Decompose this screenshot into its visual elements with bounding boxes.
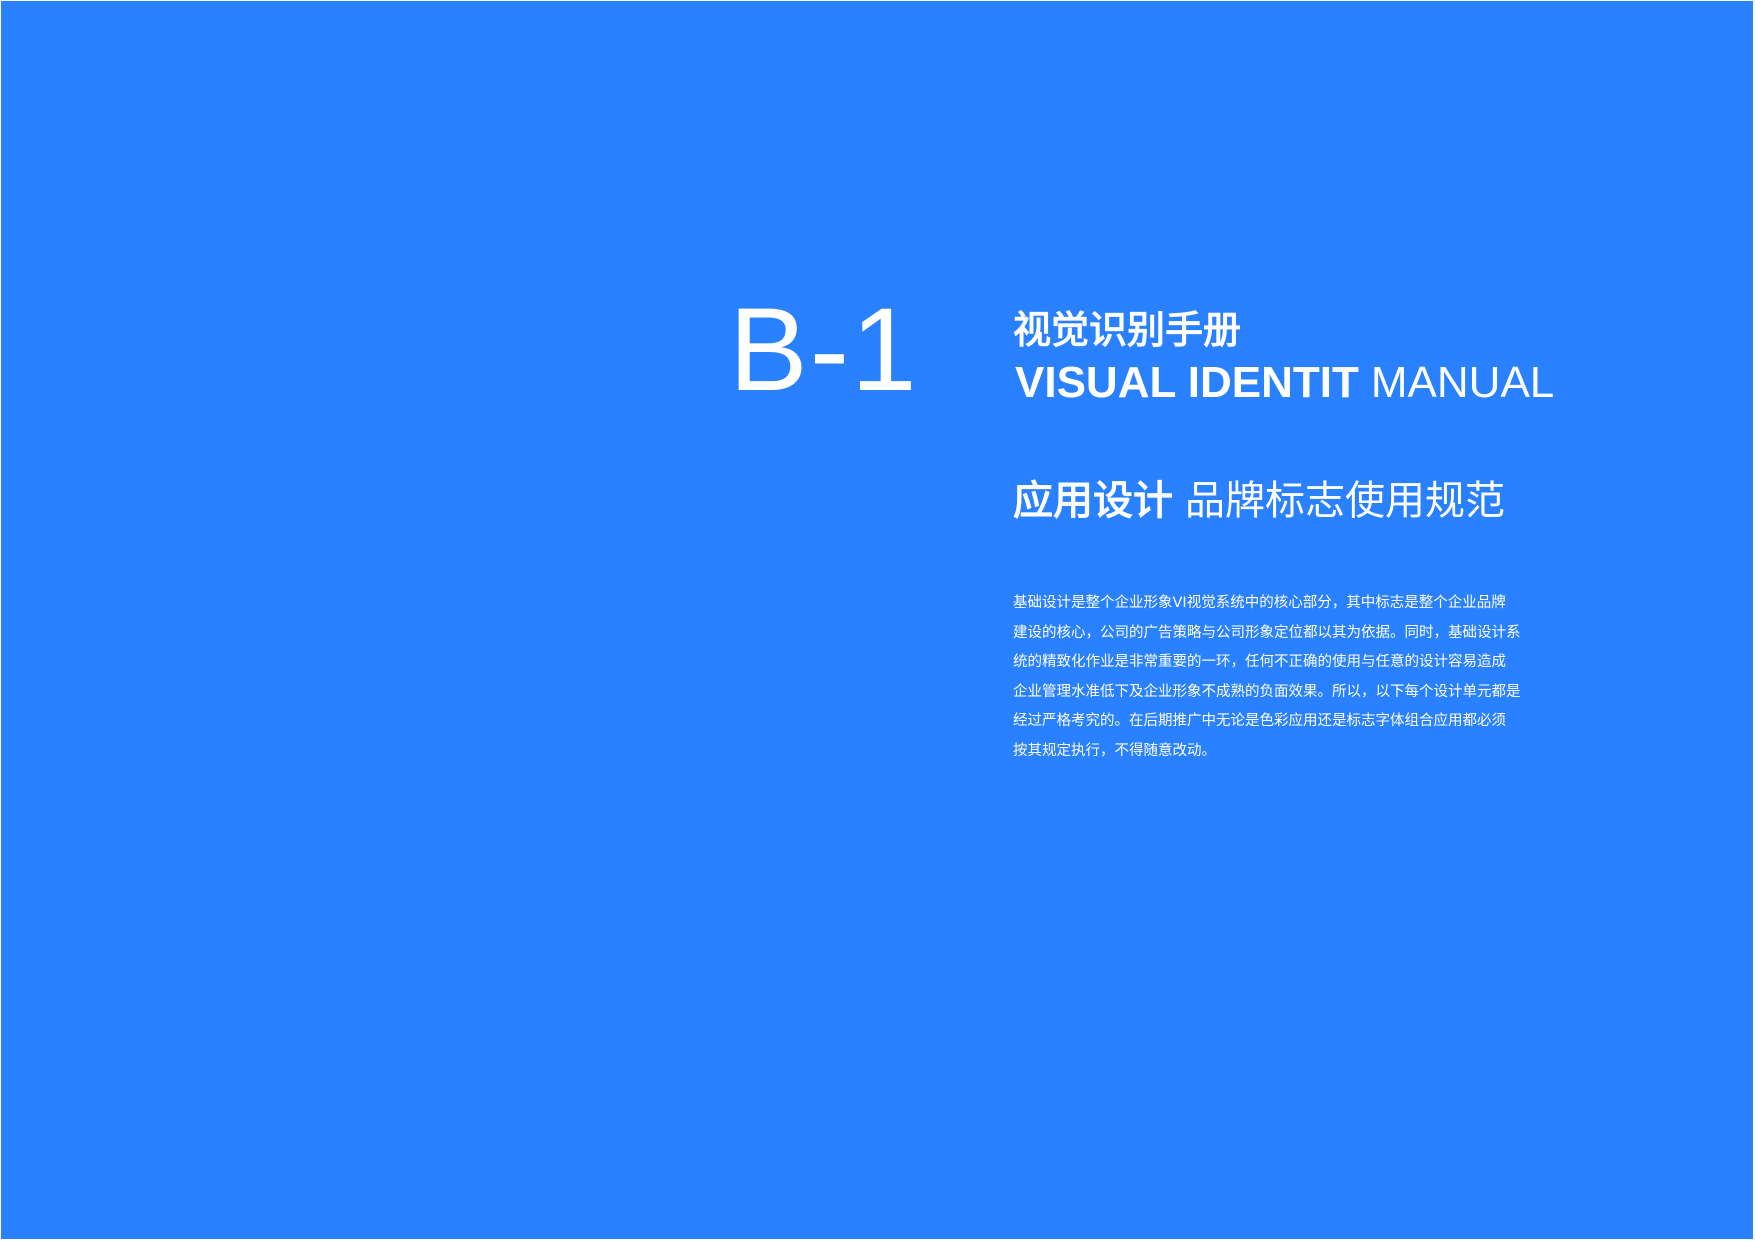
manual-title-en-strong: VISUAL IDENTIT [1015,358,1359,407]
body-line: 按其规定执行，不得随意改动。 [1013,742,1216,759]
section-code: B-1 [729,284,919,416]
manual-title-en: VISUAL IDENTIT MANUAL [1015,361,1554,405]
manual-page: B-1 视觉识别手册 VISUAL IDENTIT MANUAL 应用设计 品牌标志… [1,1,1753,1239]
manual-title-cn: 视觉识别手册 [1013,308,1242,352]
body-line: 统的精致化作业是非常重要的一环，任何不正确的使用与任意的设计容易造成 [1013,654,1506,670]
body-line: 基础设计是整个企业形象VI视觉系统中的核心部分，其中标志是整个企业品牌 [1013,595,1506,611]
body-paragraph: 基础设计是整个企业形象VI视觉系统中的核心部分，其中标志是整个企业品牌 建设的核… [1013,589,1523,766]
subtitle-light: 品牌标志使用规范 [1185,478,1505,524]
body-line: 经过严格考究的。在后期推广中无论是色彩应用还是标志字体组合应用都必须 [1013,713,1506,729]
section-subtitle: 应用设计 品牌标志使用规范 [1013,481,1505,521]
subtitle-strong: 应用设计 [1013,478,1173,524]
body-line: 企业管理水准低下及企业形象不成熟的负面效果。所以，以下每个设计单元都是 [1013,683,1521,700]
manual-title-en-light: MANUAL [1370,358,1555,407]
body-line: 建设的核心，公司的广告策略与公司形象定位都以其为依据。同时，基础设计系 [1013,624,1521,641]
